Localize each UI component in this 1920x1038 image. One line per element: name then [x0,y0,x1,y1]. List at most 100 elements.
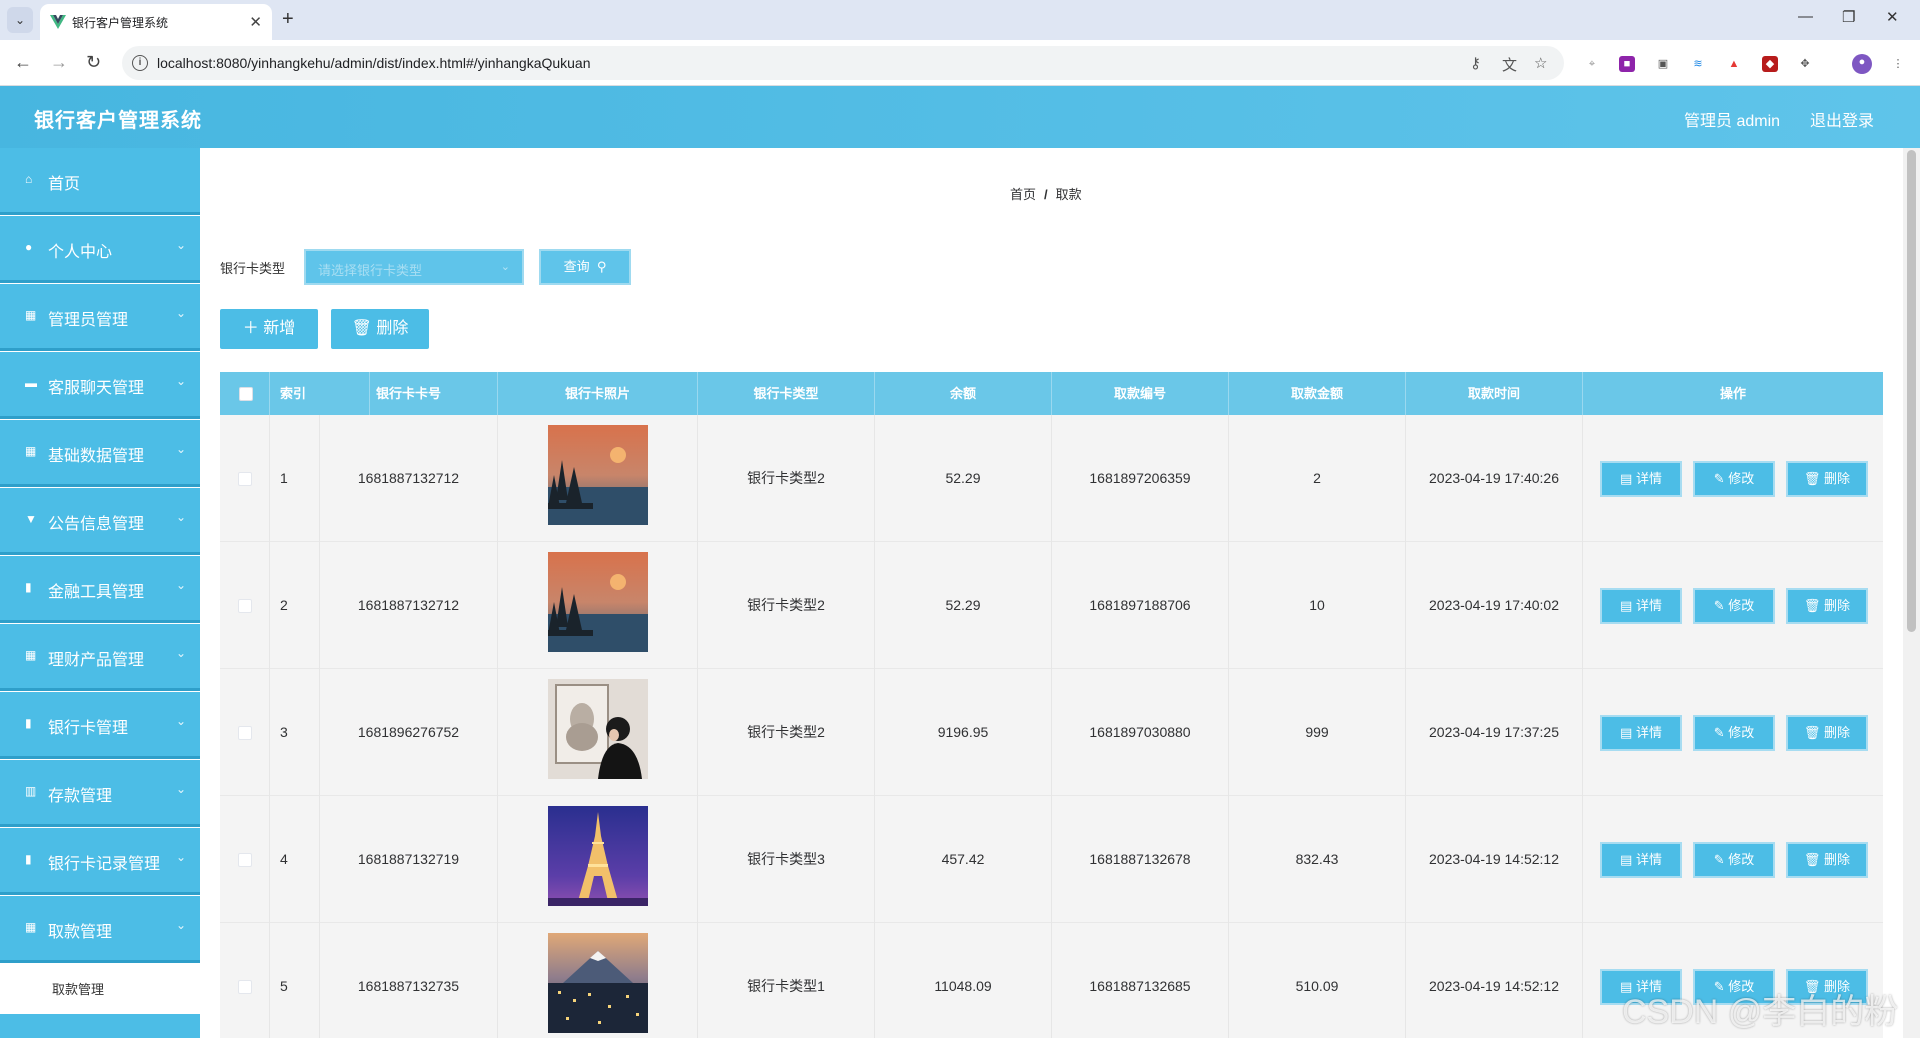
browser-menu-icon[interactable]: ⋮ [1890,56,1906,72]
ublock-icon[interactable]: ◆ [1762,56,1778,72]
window-close-icon[interactable]: ✕ [1886,8,1899,26]
row-checkbox[interactable] [238,472,252,486]
edit-button[interactable]: ✎ 修改 [1693,588,1775,624]
sidebar-item-chat[interactable]: ▬ 客服聊天管理 ⌄ [0,352,200,416]
restore-icon[interactable]: ❐ [1842,8,1855,26]
translate-icon[interactable]: 文 [1502,54,1517,75]
query-label: 查询 [563,259,590,274]
sidebar-item-next[interactable] [0,1014,200,1038]
address-bar[interactable]: i localhost:8080/yinhangkehu/admin/dist/… [122,46,1564,80]
cell-time: 2023-04-19 14:52:12 [1406,923,1583,1038]
notice-icon: ▼ [25,512,37,526]
card-type-select[interactable]: 请选择银行卡类型 ⌄ [304,249,524,285]
minimize-icon[interactable]: — [1798,8,1813,25]
logout-link[interactable]: 退出登录 [1810,107,1874,131]
batch-delete-button[interactable]: 🗑 删除 [331,309,429,349]
forward-icon[interactable]: → [50,51,68,73]
back-icon[interactable]: ← [14,51,32,73]
trash-icon: 🗑 [1803,598,1825,613]
delete-button[interactable]: 🗑 删除 [1786,842,1868,878]
col-time: 取款时间 [1406,372,1583,415]
row-select-cell [220,923,270,1038]
card-photo-eiffel-tower[interactable] [548,806,648,906]
card-photo-person-portrait[interactable] [548,679,648,779]
profile-avatar-icon[interactable]: ● [1852,54,1872,74]
grid-icon: ▦ [25,308,37,322]
sidebar-item-wealth-products[interactable]: ▦ 理财产品管理 ⌄ [0,624,200,688]
sidebar-subitem-withdraw[interactable]: 取款管理 [0,964,200,1012]
card-photo-sunset-lake[interactable] [548,552,648,652]
table-header: 索引 银行卡卡号 银行卡照片 银行卡类型 余额 取款编号 取款金额 取款时间 操… [220,372,1883,415]
reload-icon[interactable]: ↻ [86,51,101,73]
new-tab-icon[interactable]: + [282,8,294,30]
scrollbar-thumb[interactable] [1907,150,1916,632]
extension-red-icon[interactable]: ▲ [1726,56,1742,72]
select-all-checkbox[interactable] [239,387,253,401]
cell-withdraw-no: 1681897206359 [1052,415,1229,542]
query-button[interactable]: 查询 ⚲ [539,249,631,285]
card-photo-mountain-city[interactable] [548,933,648,1033]
sidebar-item-personal-center[interactable]: ● 个人中心 ⌄ [0,216,200,280]
add-button[interactable]: ＋ 新增 [220,309,318,349]
delete-button[interactable]: 🗑 删除 [1786,461,1868,497]
tab-list-chevron-icon[interactable]: ⌄ [7,7,33,33]
table-row: 1 1681887132712 银行卡类型2 52.29 16818972063… [220,415,1883,542]
bookmark-star-icon[interactable]: ☆ [1534,54,1547,72]
sidebar-item-bank-card[interactable]: ▮ 银行卡管理 ⌄ [0,692,200,756]
card-type-label: 银行卡类型 [220,261,286,276]
sidebar-item-label: 首页 [48,176,81,193]
col-withdraw-no: 取款编号 [1052,372,1229,415]
sidebar-item-financial-tools[interactable]: ▮ 金融工具管理 ⌄ [0,556,200,620]
app-header: 银行客户管理系统 管理员 admin 退出登录 [0,86,1920,148]
extension-cursor-icon[interactable]: ⌖ [1584,56,1600,72]
edit-button[interactable]: ✎ 修改 [1693,715,1775,751]
close-tab-icon[interactable]: ✕ [249,13,262,31]
row-checkbox[interactable] [238,853,252,867]
page-scrollbar[interactable] [1903,148,1920,1038]
site-info-icon[interactable]: i [132,55,148,71]
sidebar-item-basic-data[interactable]: ▦ 基础数据管理 ⌄ [0,420,200,484]
row-checkbox[interactable] [238,980,252,994]
chevron-down-icon: ⌄ [176,646,187,660]
row-checkbox[interactable] [238,599,252,613]
search-icon: ⚲ [593,259,607,274]
sidebar-item-card-records[interactable]: ▮ 银行卡记录管理 ⌄ [0,828,200,892]
detail-button[interactable]: ▤ 详情 [1600,842,1682,878]
edit-button[interactable]: ✎ 修改 [1693,842,1775,878]
sidebar-item-notice[interactable]: ▼ 公告信息管理 ⌄ [0,488,200,552]
delete-label: 删除 [1824,598,1851,613]
sidebar-item-admin[interactable]: ▦ 管理员管理 ⌄ [0,284,200,348]
delete-button[interactable]: 🗑 删除 [1786,588,1868,624]
sidebar-item-label: 取款管理 [48,924,113,941]
delete-button[interactable]: 🗑 删除 [1786,715,1868,751]
detail-button[interactable]: ▤ 详情 [1600,715,1682,751]
detail-button[interactable]: ▤ 详情 [1600,588,1682,624]
extension-layers-icon[interactable]: ≋ [1690,56,1706,72]
pencil-icon: ✎ [1713,598,1729,613]
breadcrumb-home[interactable]: 首页 [1010,187,1036,202]
cell-card-no: 1681887132719 [320,796,498,923]
cell-amount: 999 [1229,669,1406,796]
extension-box-icon[interactable]: ▣ [1655,56,1671,72]
sidebar-item-deposit[interactable]: ▥ 存款管理 ⌄ [0,760,200,824]
pencil-icon: ✎ [1713,725,1729,740]
breadcrumb: 首页 / 取款 [1010,184,1082,203]
sidebar-item-withdraw[interactable]: ▦ 取款管理 ⌄ [0,896,200,960]
edit-button[interactable]: ✎ 修改 [1693,461,1775,497]
key-icon[interactable]: ⚷ [1470,54,1481,72]
url-text[interactable]: localhost:8080/yinhangkehu/admin/dist/in… [157,55,591,71]
cell-balance: 11048.09 [875,923,1052,1038]
doc-icon: ▮ [25,716,32,730]
col-card-type: 银行卡类型 [698,372,875,415]
doc-icon: ▮ [25,580,32,594]
detail-button[interactable]: ▤ 详情 [1600,461,1682,497]
detail-label: 详情 [1635,598,1662,613]
cell-amount: 832.43 [1229,796,1406,923]
extension-purple-icon[interactable]: ■ [1619,56,1635,72]
sidebar-item-home[interactable]: ⌂ 首页 [0,148,200,212]
extensions-puzzle-icon[interactable]: ✥ [1797,56,1813,72]
row-checkbox[interactable] [238,726,252,740]
card-photo-sunset-lake[interactable] [548,425,648,525]
cell-card-type: 银行卡类型3 [698,796,875,923]
browser-tab[interactable]: 银行客户管理系统 ✕ [40,4,272,40]
